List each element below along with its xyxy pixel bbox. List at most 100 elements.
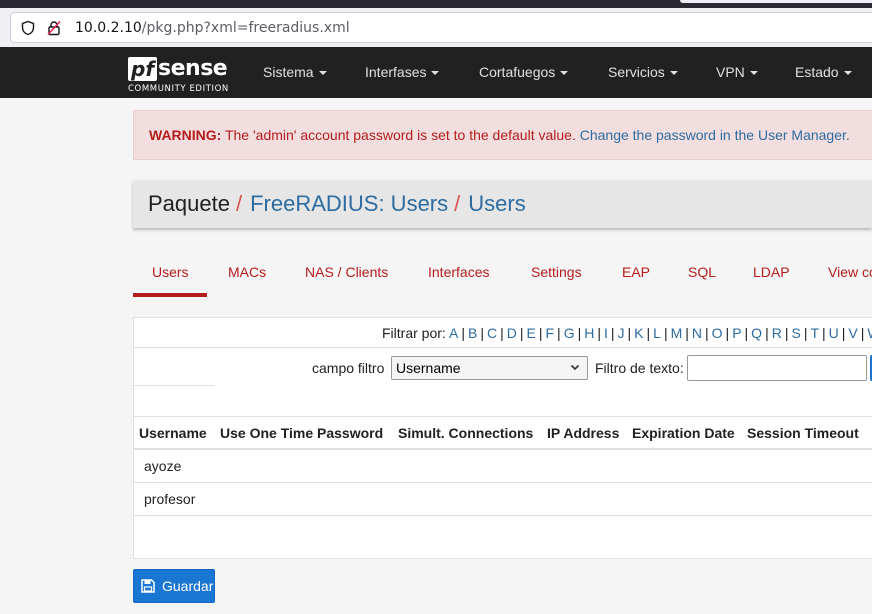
- cell-empty: [393, 482, 542, 516]
- letter-filter-link[interactable]: U: [829, 325, 839, 341]
- letter-separator: |: [685, 325, 689, 341]
- letter-filter-link[interactable]: I: [604, 325, 608, 341]
- nav-servicios[interactable]: Servicios: [608, 47, 678, 98]
- nav-interfases[interactable]: Interfases: [365, 47, 440, 98]
- letter-filter-link[interactable]: K: [634, 325, 643, 341]
- text-filter-input[interactable]: [687, 355, 867, 381]
- save-button-label: Guardar: [162, 578, 214, 594]
- letter-filter-row: Filtrar por: A | B | C | D | E | F | G | H | I | J | K | L | M | N…: [134, 318, 872, 348]
- table-header-row: Username Use One Time Password Simult. C…: [134, 417, 872, 450]
- breadcrumb: Paquete / FreeRADIUS: Users / Users: [133, 180, 872, 228]
- letter-filter-link[interactable]: E: [527, 325, 536, 341]
- letter-separator: |: [519, 325, 524, 341]
- col-session-timeout: Session Timeout: [742, 417, 872, 450]
- text-filter-label: Filtro de texto:: [595, 360, 684, 376]
- tab-macs[interactable]: MACs: [228, 248, 266, 296]
- letter-separator: |: [461, 325, 465, 341]
- letter-separator: |: [841, 325, 846, 341]
- tab-interfaces[interactable]: Interfaces: [428, 248, 489, 296]
- nav-sistema[interactable]: Sistema: [263, 47, 327, 98]
- letter-separator: |: [480, 325, 484, 341]
- letter-filter-link[interactable]: N: [692, 325, 702, 341]
- tab-users[interactable]: Users: [152, 248, 189, 296]
- cell-empty: [742, 449, 872, 483]
- active-tab-indicator: [133, 293, 207, 297]
- letter-separator: |: [860, 325, 865, 341]
- nav-label: Estado: [795, 64, 839, 80]
- letter-filter-link[interactable]: O: [712, 325, 723, 341]
- nav-estado[interactable]: Estado: [795, 47, 852, 98]
- letter-filter-link[interactable]: Q: [751, 325, 762, 341]
- letter-filter-link[interactable]: A: [449, 325, 458, 341]
- letter-filter-link[interactable]: S: [791, 325, 800, 341]
- tab-settings[interactable]: Settings: [531, 248, 582, 296]
- breadcrumb-freeradius-users[interactable]: FreeRADIUS: Users: [250, 191, 448, 217]
- letter-filter-link[interactable]: J: [618, 325, 625, 341]
- letter-filter-link[interactable]: F: [545, 325, 554, 341]
- caret-down-icon: [318, 71, 327, 76]
- col-ip-address: IP Address: [542, 417, 627, 450]
- top-navbar: pf sense COMMUNITY EDITION Sistema Interf…: [0, 47, 872, 98]
- pfsense-logo[interactable]: pf sense COMMUNITY EDITION: [128, 55, 238, 95]
- cell-empty: [393, 449, 542, 483]
- field-filter-select[interactable]: Username: [391, 356, 588, 380]
- logo-pf: pf: [128, 57, 158, 81]
- tab-sql[interactable]: SQL: [688, 248, 716, 296]
- table-row[interactable]: ayoze: [134, 449, 872, 483]
- insecure-lock-icon[interactable]: [45, 19, 63, 37]
- letter-separator: |: [784, 325, 789, 341]
- col-simult-connections: Simult. Connections: [393, 417, 542, 450]
- tab-ldap[interactable]: LDAP: [753, 248, 790, 296]
- field-filter-label: campo filtro: [312, 360, 385, 376]
- tab-eap[interactable]: EAP: [622, 248, 650, 296]
- cell-username: profesor: [134, 482, 215, 516]
- letter-separator: |: [500, 325, 504, 341]
- letter-separator: |: [597, 325, 601, 341]
- letter-filter-link[interactable]: G: [564, 325, 575, 341]
- logo-edition: COMMUNITY EDITION: [128, 84, 229, 94]
- table-row[interactable]: profesor: [134, 482, 872, 516]
- cell-empty: [215, 449, 393, 483]
- nav-cortafuegos[interactable]: Cortafuegos: [479, 47, 569, 98]
- letter-filter-link[interactable]: W: [867, 325, 872, 341]
- letter-separator: |: [822, 325, 826, 341]
- nav-vpn[interactable]: VPN: [716, 47, 758, 98]
- user-manager-link[interactable]: Change the password in the User Manager.: [580, 127, 850, 143]
- users-panel: Filtrar por: A | B | C | D | E | F | G | H | I | J | K | L | M | N…: [133, 317, 872, 559]
- browser-tab-edge: [680, 0, 872, 3]
- letter-filter-link[interactable]: R: [772, 325, 782, 341]
- letter-filter-link[interactable]: V: [848, 325, 857, 341]
- url-bar[interactable]: 10.0.2.10/pkg.php?xml=freeradius.xml: [10, 12, 872, 43]
- caret-down-icon: [843, 71, 852, 76]
- warning-text: The 'admin' account password is set to t…: [221, 127, 580, 143]
- cell-empty: [542, 449, 627, 483]
- breadcrumb-users[interactable]: Users: [468, 191, 525, 217]
- logo-wordmark: pf sense: [128, 55, 228, 83]
- cell-empty: [627, 449, 742, 483]
- save-button[interactable]: Guardar: [133, 569, 215, 603]
- letter-separator: |: [557, 325, 561, 341]
- tab-view-config[interactable]: View co: [828, 248, 872, 296]
- caret-down-icon: [560, 71, 569, 76]
- url-host: 10.0.2.10: [75, 19, 142, 36]
- letter-filter-link[interactable]: P: [732, 325, 741, 341]
- tab-nas-clients[interactable]: NAS / Clients: [305, 248, 388, 296]
- filter-label: Filtrar por:: [382, 325, 446, 341]
- url-text[interactable]: 10.0.2.10/pkg.php?xml=freeradius.xml: [75, 20, 350, 36]
- breadcrumb-separator: /: [454, 191, 461, 216]
- breadcrumb-root: Paquete: [148, 191, 230, 216]
- warning-prefix: WARNING:: [149, 127, 222, 143]
- caret-down-icon: [669, 71, 678, 76]
- shield-icon[interactable]: [19, 19, 37, 37]
- letter-filter-link[interactable]: C: [487, 325, 497, 341]
- letter-filter-link[interactable]: L: [653, 325, 661, 341]
- letter-filter-link[interactable]: D: [507, 325, 517, 341]
- letter-filter-link[interactable]: T: [810, 325, 819, 341]
- letter-filter-link[interactable]: M: [671, 325, 683, 341]
- cell-empty: [215, 482, 393, 516]
- letter-filter-link[interactable]: H: [584, 325, 594, 341]
- browser-toolbar: 10.0.2.10/pkg.php?xml=freeradius.xml: [0, 0, 872, 47]
- letter-filter-link[interactable]: B: [468, 325, 477, 341]
- caret-down-icon: [749, 71, 758, 76]
- floppy-disk-icon: [141, 579, 155, 593]
